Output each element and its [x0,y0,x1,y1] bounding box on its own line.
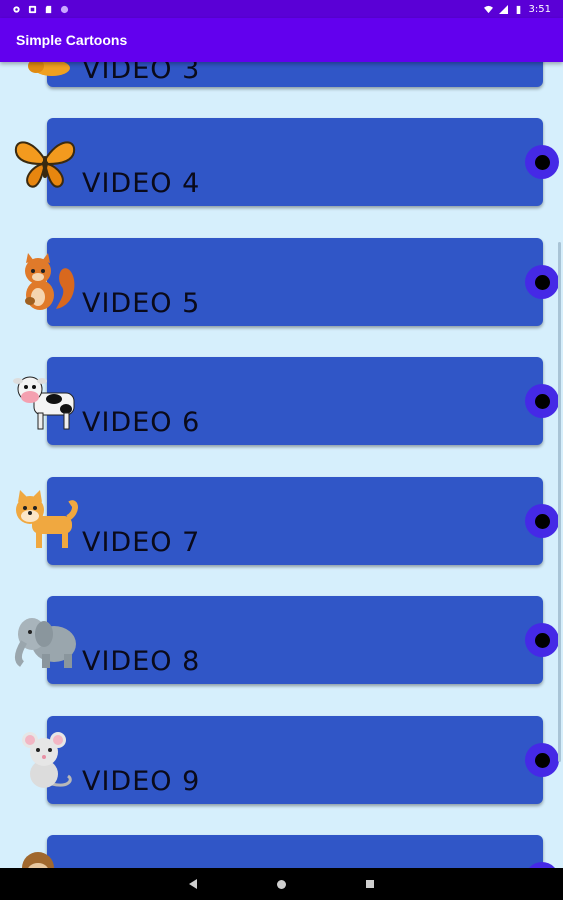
app-bar: Simple Cartoons [0,18,563,62]
home-icon[interactable] [277,879,286,889]
cow-icon [13,376,75,430]
play-button[interactable] [525,743,559,777]
battery-icon [516,5,520,14]
butterfly-icon [14,141,76,188]
play-button[interactable] [525,145,559,179]
scrollbar[interactable] [558,242,561,762]
play-dot [534,393,550,409]
sync-icon [60,5,69,13]
play-dot [534,752,550,768]
status-bar: 3:51 [0,0,563,18]
signal-icon [498,4,508,14]
play-button[interactable] [525,265,559,299]
video-label: VIDEO 7 [82,527,201,558]
play-dot [534,154,550,170]
sd-card-icon [45,5,52,13]
play-dot [534,513,550,529]
app-title: Simple Cartoons [16,32,128,48]
play-button[interactable] [525,623,559,657]
play-dot [534,632,550,648]
elephant-icon [14,618,76,668]
status-time: 3:51 [528,3,551,15]
monkey-icon [22,852,54,868]
play-button[interactable] [525,504,559,538]
play-dot [534,274,550,290]
video-label: VIDEO 4 [82,168,201,199]
video-label: VIDEO 9 [82,766,201,797]
navigation-bar [0,868,563,900]
recents-icon[interactable] [366,880,374,888]
play-button[interactable] [525,384,559,418]
notification-icon [28,5,37,13]
dog-icon [16,490,78,548]
video-label: VIDEO 5 [82,288,201,319]
mouse-icon [22,732,72,788]
video-label: VIDEO 3 [82,62,201,85]
back-icon[interactable] [189,879,197,889]
squirrel-icon [25,253,75,310]
video-label: VIDEO 6 [82,407,201,438]
fox-icon [28,62,70,76]
video-card[interactable] [47,835,543,868]
wifi-icon [483,5,493,13]
settings-icon [13,5,20,13]
video-label: VIDEO 8 [82,646,201,677]
video-list[interactable]: VIDEO 3 VIDEO 4 VIDEO 5 VIDEO 6 VIDEO 7 … [0,62,563,868]
